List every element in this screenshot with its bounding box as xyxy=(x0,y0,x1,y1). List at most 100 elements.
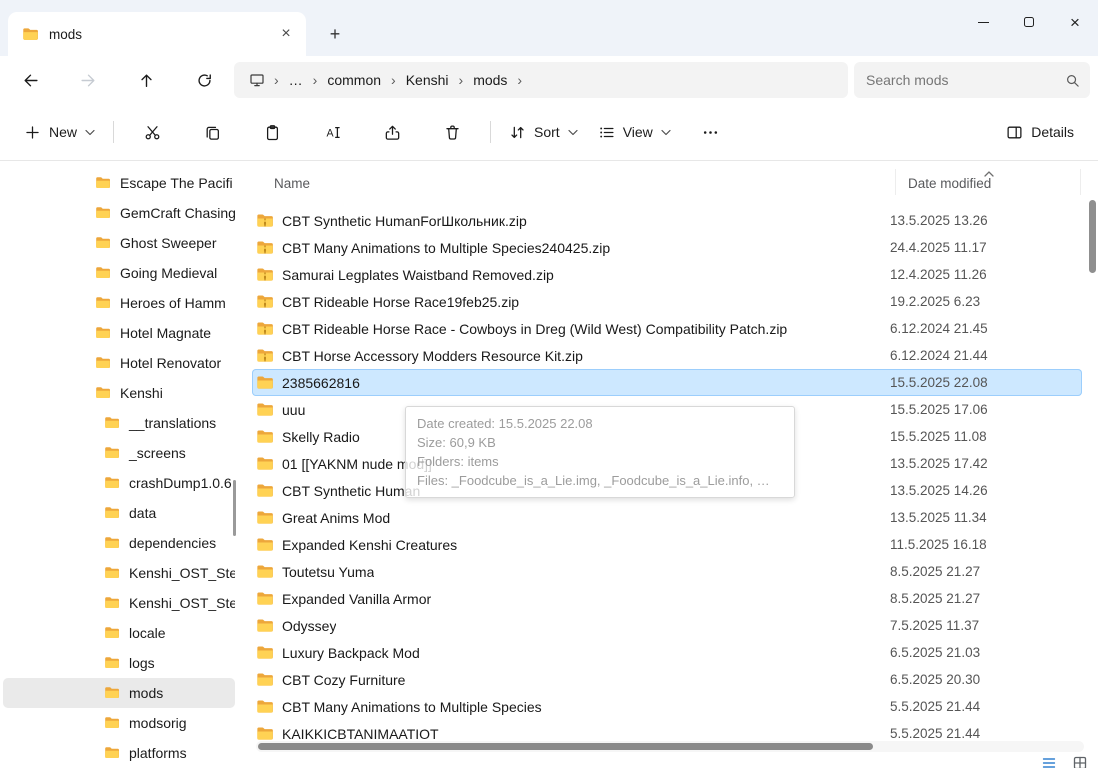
file-row[interactable]: Expanded Kenshi Creatures 11.5.2025 16.18 xyxy=(252,531,1082,558)
sidebar-item-going-medieval[interactable]: Going Medieval xyxy=(3,258,235,288)
breadcrumb-chevron-icon[interactable]: › xyxy=(457,72,466,88)
file-row[interactable]: CBT Rideable Horse Race - Cowboys in Dre… xyxy=(252,315,1082,342)
sidebar-item-kenshi[interactable]: Kenshi xyxy=(3,378,235,408)
breadcrumb-chevron-icon[interactable]: › xyxy=(389,72,398,88)
sidebar-item-logs[interactable]: logs xyxy=(3,648,235,678)
tab-close-icon[interactable]: × xyxy=(274,22,298,46)
file-date-modified: 15.5.2025 22.08 xyxy=(890,375,988,390)
file-row[interactable]: CBT Horse Accessory Modders Resource Kit… xyxy=(252,342,1082,369)
sidebar-item-escape-the-pacifi[interactable]: Escape The Pacifi xyxy=(3,168,235,198)
folder-icon xyxy=(105,477,119,488)
details-button[interactable]: Details xyxy=(996,116,1084,149)
sidebar-item-locale[interactable]: locale xyxy=(3,618,235,648)
this-pc-icon[interactable] xyxy=(242,66,272,94)
file-row[interactable]: Luxury Backpack Mod 6.5.2025 21.03 xyxy=(252,639,1082,666)
refresh-button[interactable] xyxy=(186,63,222,97)
maximize-button[interactable] xyxy=(1006,0,1052,44)
zip-folder-icon xyxy=(257,294,273,308)
rename-button[interactable]: A xyxy=(310,113,354,151)
file-name: Odyssey xyxy=(282,617,337,634)
vertical-scrollbar-thumb[interactable] xyxy=(1089,200,1096,273)
folder-icon xyxy=(96,207,110,218)
back-button[interactable] xyxy=(12,63,48,97)
new-tab-button[interactable]: + xyxy=(322,21,348,47)
sort-button[interactable]: Sort xyxy=(499,116,588,149)
cut-button[interactable] xyxy=(130,113,174,151)
sort-direction-icon[interactable] xyxy=(984,164,994,182)
sidebar-item-label: Going Medieval xyxy=(120,265,218,281)
file-name: CBT Rideable Horse Race19feb25.zip xyxy=(282,293,520,310)
paste-button[interactable] xyxy=(250,113,294,151)
horizontal-scrollbar[interactable] xyxy=(256,741,1084,752)
file-row[interactable]: Toutetsu Yuma 8.5.2025 21.27 xyxy=(252,558,1082,585)
share-button[interactable] xyxy=(370,113,414,151)
sidebar-item-dependencies[interactable]: dependencies xyxy=(3,528,235,558)
column-header-name[interactable]: Name xyxy=(274,176,310,191)
details-view-icon xyxy=(1042,757,1055,768)
navigation-pane: Escape The Pacifi GemCraft Chasing Ghost S… xyxy=(0,161,238,768)
column-divider[interactable] xyxy=(1080,169,1081,195)
sidebar-item-heroes-of-hamm[interactable]: Heroes of Hamm xyxy=(3,288,235,318)
file-date-modified: 8.5.2025 21.27 xyxy=(890,564,981,579)
up-button[interactable] xyxy=(128,63,164,97)
file-row[interactable]: CBT Synthetic HumanForШкольник.zip 13.5.2… xyxy=(252,207,1082,234)
breadcrumb-item-mods[interactable]: mods xyxy=(465,68,515,92)
close-button[interactable]: × xyxy=(1052,0,1098,44)
sidebar-item-label: mods xyxy=(129,685,164,701)
copy-button[interactable] xyxy=(190,113,234,151)
file-date-modified: 13.5.2025 14.26 xyxy=(890,483,988,498)
sidebar-item-platforms[interactable]: platforms xyxy=(3,738,235,768)
file-row[interactable]: Expanded Vanilla Armor 8.5.2025 21.27 xyxy=(252,585,1082,612)
thumbnail-view-toggle[interactable] xyxy=(1071,754,1088,768)
column-divider[interactable] xyxy=(895,169,896,195)
breadcrumb-item-common[interactable]: common xyxy=(319,68,389,92)
file-date-modified: 13.5.2025 17.42 xyxy=(890,456,988,471)
file-row[interactable]: 2385662816 15.5.2025 22.08 xyxy=(252,369,1082,396)
breadcrumb-chevron-icon[interactable]: › xyxy=(311,72,320,88)
search-box[interactable] xyxy=(854,62,1090,98)
sidebar-item-data[interactable]: data xyxy=(3,498,235,528)
sidebar-item-kenshi-ost-ste[interactable]: Kenshi_OST_Ste xyxy=(3,588,235,618)
more-options-button[interactable] xyxy=(689,113,733,151)
file-row[interactable]: Odyssey 7.5.2025 11.37 xyxy=(252,612,1082,639)
file-list-pane: Name Date modified CBT Synthetic HumanFo… xyxy=(238,161,1098,768)
sidebar-item-hotel-magnate[interactable]: Hotel Magnate xyxy=(3,318,235,348)
sidebar-item-hotel-renovator[interactable]: Hotel Renovator xyxy=(3,348,235,378)
file-row[interactable]: Samurai Legplates Waistband Removed.zip 1… xyxy=(252,261,1082,288)
file-row[interactable]: CBT Rideable Horse Race19feb25.zip 19.2.2… xyxy=(252,288,1082,315)
sidebar-item-kenshi-ost-ste[interactable]: Kenshi_OST_Ste xyxy=(3,558,235,588)
toolbar-divider xyxy=(113,121,115,143)
sidebar-item--screens[interactable]: _screens xyxy=(3,438,235,468)
sidebar-item--translations[interactable]: __translations xyxy=(3,408,235,438)
minimize-button[interactable] xyxy=(960,0,1006,44)
delete-button[interactable] xyxy=(430,113,474,151)
sidebar-item-ghost-sweeper[interactable]: Ghost Sweeper xyxy=(3,228,235,258)
breadcrumb-item-kenshi[interactable]: Kenshi xyxy=(398,68,457,92)
file-row[interactable]: CBT Many Animations to Multiple Species2… xyxy=(252,234,1082,261)
tab-mods[interactable]: mods × xyxy=(8,12,306,56)
folder-icon xyxy=(96,237,110,248)
file-row[interactable]: CBT Many Animations to Multiple Species 5… xyxy=(252,693,1082,720)
breadcrumb-ellipsis[interactable]: … xyxy=(281,68,311,92)
sidebar-item-gemcraft-chasing[interactable]: GemCraft Chasing xyxy=(3,198,235,228)
breadcrumb-chevron-icon[interactable]: › xyxy=(515,72,524,88)
sidebar-item-crashdump1-0-6[interactable]: crashDump1.0.6 xyxy=(3,468,235,498)
details-view-toggle[interactable] xyxy=(1040,754,1057,768)
file-row[interactable]: Great Anims Mod 13.5.2025 11.34 xyxy=(252,504,1082,531)
file-name: CBT Synthetic Human xyxy=(282,482,421,499)
sidebar-item-label: modsorig xyxy=(129,715,187,731)
column-header-date-modified[interactable]: Date modified xyxy=(908,176,991,191)
search-input[interactable] xyxy=(866,72,1065,88)
view-button[interactable]: View xyxy=(588,116,681,149)
details-panel-icon xyxy=(1007,126,1022,138)
breadcrumb-chevron-icon[interactable]: › xyxy=(272,72,281,88)
file-row[interactable]: CBT Cozy Furniture 6.5.2025 20.30 xyxy=(252,666,1082,693)
sidebar-item-mods[interactable]: mods xyxy=(3,678,235,708)
sidebar-item-modsorig[interactable]: modsorig xyxy=(3,708,235,738)
sidebar-item-label: Kenshi xyxy=(120,385,163,401)
sidebar-scrollbar[interactable] xyxy=(233,480,236,536)
new-button[interactable]: New xyxy=(14,116,105,149)
sidebar-item-label: GemCraft Chasing xyxy=(120,205,235,221)
forward-button[interactable] xyxy=(70,63,106,97)
horizontal-scrollbar-thumb[interactable] xyxy=(258,743,873,750)
